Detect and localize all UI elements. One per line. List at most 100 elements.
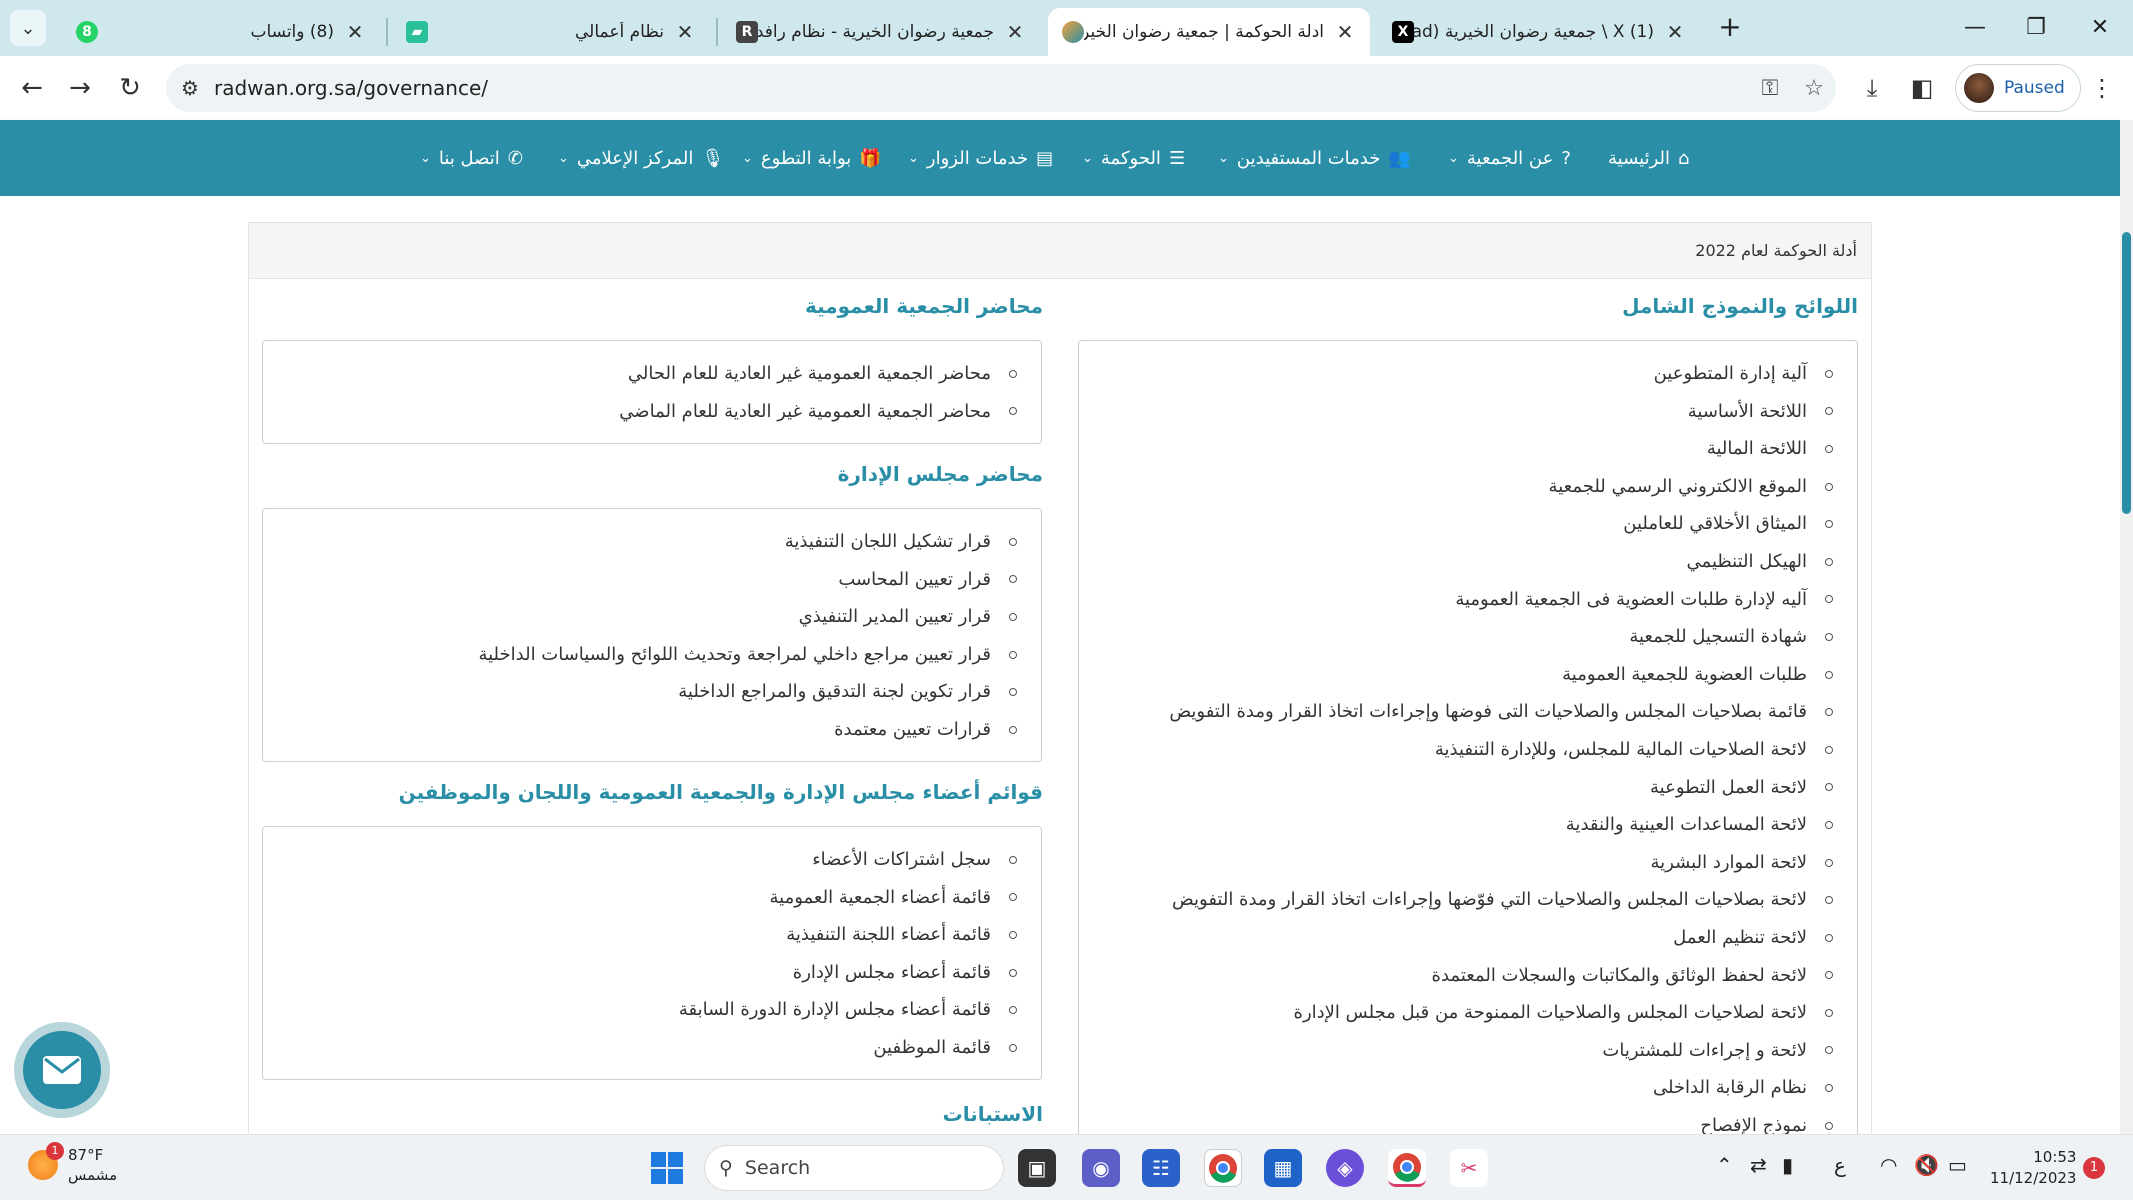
tab-x[interactable]: X (1) X \ جمعية رضوان الخيرية (rad ✕ (1378, 8, 1700, 56)
scrollbar-thumb[interactable] (2122, 232, 2131, 514)
link-text[interactable]: لائحة لحفظ الوثائق والمكاتبات والسجلات ا… (1432, 957, 1807, 995)
mute-icon[interactable]: 🔇 (1914, 1153, 1939, 1177)
minimize-button[interactable]: — (1955, 10, 1995, 46)
list-item[interactable]: قرارات تعيين معتمدة (263, 711, 1021, 749)
link-text[interactable]: لائحة و إجراءات للمشتريات (1602, 1032, 1807, 1070)
link-text[interactable]: الميثاق الأخلاقي للعاملين (1623, 505, 1807, 543)
list-item[interactable]: لائحة الموارد البشرية (1079, 844, 1837, 882)
chrome-icon[interactable] (1204, 1149, 1242, 1187)
list-item[interactable]: آليه لإدارة طلبات العضوية فى الجمعية الع… (1079, 581, 1837, 619)
nav-visitor-services[interactable]: ▤ خدمات الزوار ⌄ (908, 120, 1053, 196)
link-text[interactable]: قرار تعيين المدير التنفيذي (799, 598, 991, 636)
link-text[interactable]: محاضر الجمعية العمومية غير العادية للعام… (619, 393, 991, 431)
snipping-tool-icon[interactable]: ✂ (1450, 1149, 1488, 1187)
task-view-icon[interactable]: ▣ (1018, 1149, 1056, 1187)
key-icon[interactable]: ⚿ (1748, 76, 1792, 101)
list-item[interactable]: اللائحة المالية (1079, 430, 1837, 468)
list-item[interactable]: شهادة التسجيل للجمعية (1079, 618, 1837, 656)
nav-volunteer-portal[interactable]: 🎁 بوابة التطوع ⌄ (742, 120, 882, 196)
link-text[interactable]: قائمة أعضاء مجلس الإدارة (793, 954, 991, 992)
nav-home[interactable]: ⌂ الرئيسية (1608, 120, 1689, 196)
list-item[interactable]: سجل اشتراكات الأعضاء (263, 841, 1021, 879)
link-text[interactable]: لائحة العمل التطوعية (1650, 769, 1807, 807)
wifi-icon[interactable]: ◠ (1880, 1153, 1897, 1177)
list-item[interactable]: محاضر الجمعية العمومية غير العادية للعام… (263, 393, 1021, 431)
link-text[interactable]: قائمة أعضاء اللجنة التنفيذية (786, 916, 991, 954)
link-text[interactable]: لائحة لصلاحيات المجلس والصلاحيات الممنوح… (1294, 994, 1807, 1032)
store-icon[interactable]: ▦ (1264, 1149, 1302, 1187)
link-text[interactable]: الهيكل التنظيمي (1687, 543, 1807, 581)
list-item[interactable]: نموذج الإفصاح (1079, 1107, 1837, 1134)
link-text[interactable]: قائمة بصلاحيات المجلس والصلاحيات التى فو… (1169, 693, 1807, 731)
link-text[interactable]: الموقع الالكتروني الرسمي للجمعية (1549, 468, 1807, 506)
nav-media-center[interactable]: 🎙 المركز الإعلامي ⌄ (558, 120, 724, 196)
reload-button[interactable]: ↻ (110, 68, 150, 108)
link-text[interactable]: قائمة الموظفين (873, 1029, 991, 1067)
tray-settings-icon[interactable]: ⇄ (1750, 1153, 1767, 1177)
link-text[interactable]: اللائحة المالية (1707, 430, 1807, 468)
link-text[interactable]: اللائحة الأساسية (1688, 393, 1807, 431)
weather-widget[interactable]: 1 87°F مشمس (28, 1142, 117, 1185)
system-clock[interactable]: 10:53 11/12/2023 (1990, 1147, 2076, 1189)
link-text[interactable]: قرار تشكيل اللجان التنفيذية (785, 523, 991, 561)
nav-contact[interactable]: ✆ اتصل بنا ⌄ (420, 120, 523, 196)
list-item[interactable]: الميثاق الأخلاقي للعاملين (1079, 505, 1837, 543)
profile-button[interactable]: Paused (1955, 64, 2081, 112)
list-item[interactable]: لائحة لحفظ الوثائق والمكاتبات والسجلات ا… (1079, 957, 1837, 995)
list-item[interactable]: قرار تعيين مراجع داخلي لمراجعة وتحديث ال… (263, 636, 1021, 674)
list-item[interactable]: طلبات العضوية للجمعية العمومية (1079, 656, 1837, 694)
close-icon[interactable]: ✕ (1664, 20, 1686, 44)
link-text[interactable]: قرار تعيين المحاسب (838, 561, 991, 599)
tab-rafed[interactable]: R جمعية رضوان الخيرية - نظام رافد ✕ (722, 8, 1040, 56)
list-item[interactable]: الهيكل التنظيمي (1079, 543, 1837, 581)
list-item[interactable]: لائحة العمل التطوعية (1079, 769, 1837, 807)
tray-app-icon[interactable]: ▮ (1782, 1153, 1793, 1177)
chrome-profile-icon[interactable] (1388, 1149, 1426, 1187)
link-text[interactable]: لائحة بصلاحيات المجلس والصلاحيات التي فو… (1172, 881, 1807, 919)
link-text[interactable]: سجل اشتراكات الأعضاء (812, 841, 991, 879)
page-scrollbar[interactable] (2120, 120, 2133, 1134)
list-item[interactable]: لائحة لصلاحيات المجلس والصلاحيات الممنوح… (1079, 994, 1837, 1032)
url-text[interactable]: radwan.org.sa/governance/ (214, 76, 1748, 100)
link-text[interactable]: آلية إدارة المتطوعين (1654, 355, 1807, 393)
list-item[interactable]: قرار تعيين المدير التنفيذي (263, 598, 1021, 636)
link-text[interactable]: نموذج الإفصاح (1700, 1107, 1807, 1134)
nav-about[interactable]: ? عن الجمعية ⌄ (1448, 120, 1571, 196)
download-button[interactable]: ⤓ (1852, 70, 1892, 106)
chat-widget-button[interactable] (14, 1022, 110, 1118)
list-item[interactable]: الموقع الالكتروني الرسمي للجمعية (1079, 468, 1837, 506)
close-icon[interactable]: ✕ (1334, 20, 1356, 44)
link-text[interactable]: نظام الرقابة الداخلى (1653, 1069, 1807, 1107)
list-item[interactable]: قرار تكوين لجنة التدقيق والمراجع الداخلي… (263, 673, 1021, 711)
link-text[interactable]: شهادة التسجيل للجمعية (1629, 618, 1807, 656)
link-text[interactable]: لائحة الموارد البشرية (1651, 844, 1807, 882)
list-item[interactable]: قائمة أعضاء الجمعية العمومية (263, 879, 1021, 917)
new-tab-button[interactable]: + (1714, 12, 1746, 44)
list-item[interactable]: قائمة أعضاء مجلس الإدارة (263, 954, 1021, 992)
side-panel-button[interactable]: ◧ (1902, 70, 1942, 106)
forward-button[interactable]: → (60, 68, 100, 108)
link-text[interactable]: قرار تعيين مراجع داخلي لمراجعة وتحديث ال… (478, 636, 991, 674)
list-item[interactable]: قائمة بصلاحيات المجلس والصلاحيات التى فو… (1079, 693, 1837, 731)
link-text[interactable]: آليه لإدارة طلبات العضوية فى الجمعية الع… (1455, 581, 1807, 619)
tab-governance[interactable]: ادلة الحوكمة | جمعية رضوان الخير ✕ (1048, 8, 1370, 56)
back-button[interactable]: ← (12, 68, 52, 108)
list-item[interactable]: قائمة الموظفين (263, 1029, 1021, 1067)
link-text[interactable]: قائمة أعضاء الجمعية العمومية (770, 879, 992, 917)
link-text[interactable]: قرارات تعيين معتمدة (834, 711, 991, 749)
input-language[interactable]: ع (1834, 1153, 1846, 1177)
address-bar[interactable]: ⚙ radwan.org.sa/governance/ ⚿ ☆ (166, 64, 1836, 112)
notification-badge[interactable]: 1 (2083, 1157, 2105, 1179)
restore-button[interactable]: ❐ (2016, 10, 2056, 46)
browser-menu-button[interactable]: ⋮ (2082, 70, 2122, 106)
close-icon[interactable]: ✕ (674, 20, 696, 44)
link-text[interactable]: لائحة تنظيم العمل (1673, 919, 1807, 957)
close-icon[interactable]: ✕ (1004, 20, 1026, 44)
link-text[interactable]: محاضر الجمعية العمومية غير العادية للعام… (628, 355, 991, 393)
list-item[interactable]: آلية إدارة المتطوعين (1079, 355, 1837, 393)
notepad-icon[interactable]: ☷ (1142, 1149, 1180, 1187)
list-item[interactable]: لائحة و إجراءات للمشتريات (1079, 1032, 1837, 1070)
star-icon[interactable]: ☆ (1792, 76, 1836, 101)
tab-whatsapp[interactable]: 8 (8) واتساب ✕ (62, 8, 380, 56)
list-item[interactable]: لائحة الصلاحيات المالية للمجلس، وللإدارة… (1079, 731, 1837, 769)
